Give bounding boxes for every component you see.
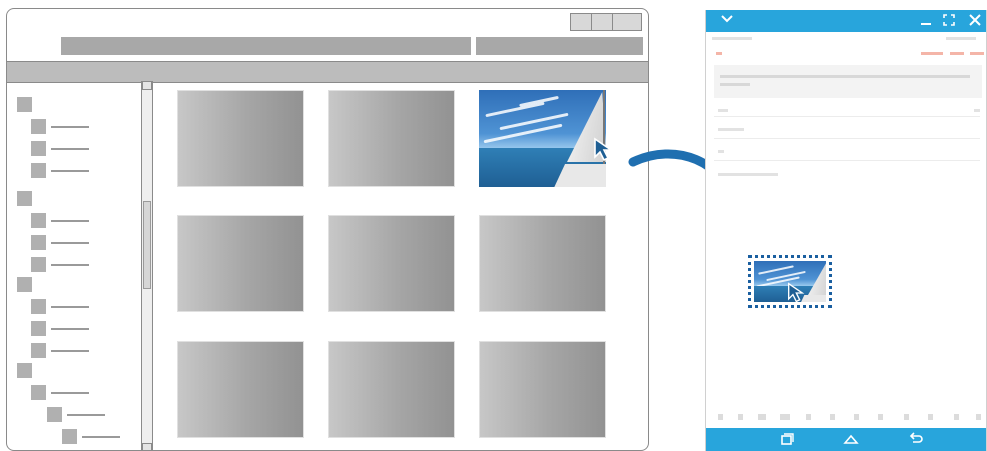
formatting-toolbar — [714, 412, 981, 424]
folder-icon — [31, 119, 46, 134]
mouse-cursor-icon — [594, 137, 614, 162]
recent-apps-icon[interactable] — [780, 432, 794, 446]
address-bar[interactable] — [61, 37, 471, 55]
tree-item[interactable] — [17, 191, 32, 206]
tree-item-label — [51, 241, 89, 244]
tree-item[interactable] — [17, 97, 32, 112]
toolbar — [7, 61, 648, 83]
folder-icon — [31, 141, 46, 156]
window-title-bar — [706, 10, 986, 32]
tree-item[interactable] — [31, 385, 89, 400]
drop-target-image[interactable] — [748, 255, 832, 308]
sailboat-photo-thumbnail[interactable] — [479, 90, 606, 187]
minimize-icon[interactable] — [920, 14, 932, 26]
chevron-down-icon[interactable] — [720, 14, 734, 24]
search-field[interactable] — [476, 37, 643, 55]
scroll-thumb[interactable] — [143, 201, 151, 289]
tree-item[interactable] — [17, 363, 32, 378]
folder-icon — [31, 235, 46, 250]
folder-icon — [47, 407, 62, 422]
tree-item-label — [51, 219, 89, 222]
home-icon[interactable] — [843, 432, 859, 446]
image-thumbnail[interactable] — [177, 341, 304, 438]
tree-item-label — [51, 125, 89, 128]
tree-item[interactable] — [31, 257, 89, 272]
tree-item[interactable] — [31, 163, 89, 178]
tree-item[interactable] — [31, 213, 89, 228]
folder-icon — [31, 257, 46, 272]
folder-icon — [31, 385, 46, 400]
window-close-icon[interactable] — [612, 13, 642, 31]
image-thumbnail[interactable] — [177, 90, 304, 187]
email-app-window — [705, 10, 987, 451]
mouse-cursor-icon — [788, 282, 805, 303]
folder-icon — [31, 213, 46, 228]
folder-icon — [17, 191, 32, 206]
tree-item-label — [51, 391, 89, 394]
tree-item[interactable] — [62, 429, 120, 444]
tree-item[interactable] — [31, 235, 89, 250]
image-thumbnail[interactable] — [328, 215, 455, 312]
folder-icon — [31, 321, 46, 336]
expand-icon[interactable] — [942, 13, 956, 27]
tree-item[interactable] — [47, 407, 105, 422]
image-thumbnail[interactable] — [328, 341, 455, 438]
image-thumbnail[interactable] — [328, 90, 455, 187]
folder-icon — [31, 343, 46, 358]
tree-item-label — [51, 147, 89, 150]
folder-icon — [31, 163, 46, 178]
scroll-up-icon[interactable] — [142, 81, 152, 90]
image-thumbnail[interactable] — [479, 341, 606, 438]
window-maximize-icon[interactable] — [591, 13, 613, 31]
folder-icon — [17, 277, 32, 292]
image-thumbnail[interactable] — [177, 215, 304, 312]
info-banner — [714, 65, 982, 98]
tree-item[interactable] — [31, 321, 89, 336]
tree-item-label — [51, 305, 89, 308]
window-controls — [570, 13, 642, 31]
tree-item[interactable] — [31, 299, 89, 314]
tree-item-label — [51, 169, 89, 172]
tree-item-label — [67, 413, 105, 416]
navigation-bar — [706, 428, 986, 451]
folder-icon — [62, 429, 77, 444]
scroll-down-icon[interactable] — [142, 443, 152, 450]
image-thumbnail[interactable] — [479, 215, 606, 312]
folder-icon — [17, 363, 32, 378]
file-manager-window — [6, 8, 649, 451]
tree-item-label — [82, 435, 120, 438]
tree-item-label — [51, 327, 89, 330]
folder-icon — [31, 299, 46, 314]
tree-item-label — [51, 349, 89, 352]
tree-item-label — [51, 263, 89, 266]
close-icon[interactable] — [968, 13, 982, 27]
window-minimize-icon[interactable] — [570, 13, 592, 31]
tree-item[interactable] — [17, 277, 32, 292]
tree-item[interactable] — [31, 141, 89, 156]
tree-item[interactable] — [31, 119, 89, 134]
tree-item[interactable] — [31, 343, 89, 358]
back-icon[interactable] — [908, 432, 924, 446]
folder-icon — [17, 97, 32, 112]
tree-scrollbar[interactable] — [141, 81, 153, 450]
